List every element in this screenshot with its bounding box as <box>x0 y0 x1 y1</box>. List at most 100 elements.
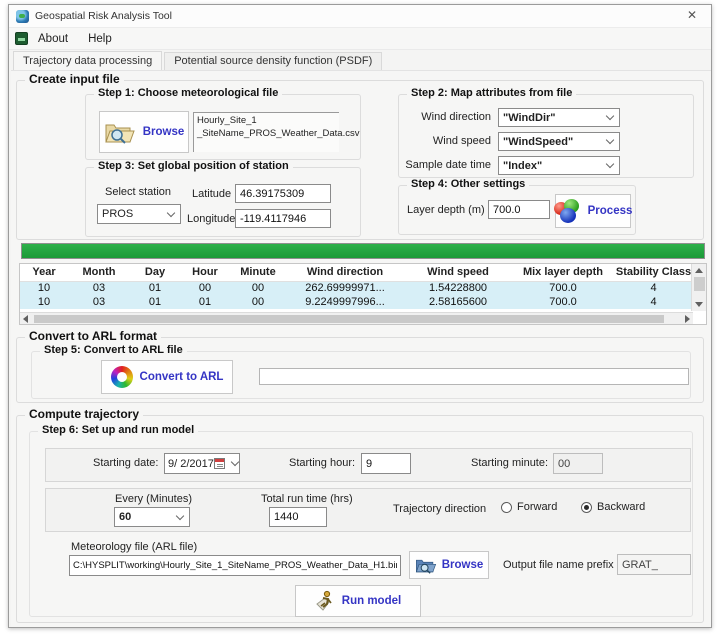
chevron-down-icon <box>231 458 239 466</box>
output-prefix-label: Output file name prefix <box>503 559 614 571</box>
latitude-label: Latitude <box>192 188 231 200</box>
scroll-up-icon[interactable] <box>695 268 703 273</box>
chevron-down-icon <box>606 136 614 144</box>
run-model-label: Run model <box>342 595 401 607</box>
app-window: Geospatial Risk Analysis Tool ✕ About He… <box>8 4 712 628</box>
browse-met-file-button[interactable]: Browse <box>99 111 189 153</box>
every-minutes-label: Every (Minutes) <box>115 493 192 505</box>
scroll-down-icon[interactable] <box>695 302 703 307</box>
cell: 01 <box>130 281 180 295</box>
cell: 4 <box>614 281 693 295</box>
title-bar[interactable]: Geospatial Risk Analysis Tool ✕ <box>9 5 711 28</box>
table-row[interactable]: 10 03 01 01 00 9.2249997996... 2.5816560… <box>20 295 693 309</box>
cell: 01 <box>180 295 230 309</box>
station-select[interactable]: PROS <box>97 204 181 224</box>
starting-date-value: 9/ 2/2017 <box>168 458 214 470</box>
menu-bar: About Help <box>9 28 711 50</box>
cell: 700.0 <box>512 281 614 295</box>
radio-forward[interactable]: Forward <box>501 501 557 513</box>
starting-minute-input[interactable] <box>553 453 603 474</box>
forward-label: Forward <box>517 501 557 513</box>
col-wind-direction[interactable]: Wind direction <box>286 264 404 281</box>
met-arl-file-label: Meteorology file (ARL file) <box>71 541 197 553</box>
layer-depth-input[interactable] <box>488 200 550 219</box>
scroll-left-icon[interactable] <box>23 315 28 323</box>
radio-backward[interactable]: Backward <box>581 501 645 513</box>
folder-search-icon <box>104 119 136 145</box>
sample-datetime-label: Sample date time <box>397 159 491 171</box>
output-prefix-input[interactable] <box>617 554 691 575</box>
step6-title: Step 6: Set up and run model <box>38 424 198 436</box>
step3-title: Step 3: Set global position of station <box>94 160 293 172</box>
app-icon <box>16 10 29 23</box>
calendar-icon <box>214 458 225 469</box>
menu-help[interactable]: Help <box>78 33 122 45</box>
table-row[interactable]: 10 03 01 00 00 262.69999971... 1.5422880… <box>20 281 693 295</box>
col-stability-class[interactable]: Stability Class <box>614 264 693 281</box>
cell: 700.0 <box>512 295 614 309</box>
convert-title: Convert to ARL format <box>25 329 161 343</box>
sample-datetime-value: "Index" <box>503 160 603 172</box>
window-title: Geospatial Risk Analysis Tool <box>35 10 172 22</box>
group-title: Create input file <box>25 72 124 86</box>
col-month[interactable]: Month <box>68 264 130 281</box>
trajectory-direction-label: Trajectory direction <box>393 503 486 515</box>
chevron-down-icon <box>606 112 614 120</box>
horizontal-scroll-thumb[interactable] <box>34 315 664 323</box>
process-button[interactable]: Process <box>555 194 631 228</box>
step2-title: Step 2: Map attributes from file <box>407 87 576 99</box>
vertical-scrollbar[interactable] <box>691 264 706 311</box>
col-year[interactable]: Year <box>20 264 68 281</box>
tab-psdf[interactable]: Potential source density function (PSDF) <box>164 52 382 71</box>
sample-datetime-select[interactable]: "Index" <box>498 156 620 175</box>
vertical-scroll-thumb[interactable] <box>694 277 705 291</box>
convert-button-label: Convert to ARL <box>140 371 224 383</box>
met-file-name-line2: _SiteName_PROS_Weather_Data.csv <box>197 128 336 141</box>
every-minutes-select[interactable]: 60 <box>114 507 190 527</box>
col-hour[interactable]: Hour <box>180 264 230 281</box>
browse-arl-button[interactable]: Browse <box>409 551 489 579</box>
col-wind-speed[interactable]: Wind speed <box>404 264 512 281</box>
wind-direction-label: Wind direction <box>419 111 491 123</box>
wind-speed-select[interactable]: "WindSpeed" <box>498 132 620 151</box>
running-person-icon <box>315 590 335 612</box>
horizontal-scrollbar[interactable] <box>20 312 693 324</box>
cell: 01 <box>130 295 180 309</box>
col-day[interactable]: Day <box>130 264 180 281</box>
table: Year Month Day Hour Minute Wind directio… <box>20 264 693 309</box>
wind-direction-value: "WindDir" <box>503 112 603 124</box>
longitude-input[interactable] <box>235 209 331 228</box>
progress-fill <box>22 244 704 258</box>
met-arl-file-input[interactable] <box>69 555 401 576</box>
col-minute[interactable]: Minute <box>230 264 286 281</box>
station-value: PROS <box>102 208 164 220</box>
select-station-label: Select station <box>105 186 171 198</box>
total-run-time-input[interactable] <box>269 507 327 527</box>
radio-icon <box>501 502 512 513</box>
menu-app-icon <box>15 32 28 45</box>
cell: 9.2249997996... <box>286 295 404 309</box>
scroll-right-icon[interactable] <box>685 315 690 323</box>
every-minutes-value: 60 <box>119 511 173 523</box>
close-icon[interactable]: ✕ <box>683 8 701 22</box>
starting-hour-input[interactable] <box>361 453 411 474</box>
longitude-label: Longitude <box>187 213 235 225</box>
starting-minute-label: Starting minute: <box>471 457 548 469</box>
met-file-name-line1: Hourly_Site_1 <box>197 115 336 128</box>
wind-speed-label: Wind speed <box>419 135 491 147</box>
cell: 03 <box>68 295 130 309</box>
cell: 4 <box>614 295 693 309</box>
menu-about[interactable]: About <box>28 33 78 45</box>
latitude-input[interactable] <box>235 184 331 203</box>
cell: 03 <box>68 281 130 295</box>
total-run-time-label: Total run time (hrs) <box>261 493 353 505</box>
tab-strip: Trajectory data processing Potential sou… <box>13 52 384 71</box>
starting-date-picker[interactable]: 9/ 2/2017 <box>164 453 240 474</box>
run-model-button[interactable]: Run model <box>295 585 421 617</box>
col-mix-layer-depth[interactable]: Mix layer depth <box>512 264 614 281</box>
convert-to-arl-button[interactable]: Convert to ARL <box>101 360 233 394</box>
wind-direction-select[interactable]: "WindDir" <box>498 108 620 127</box>
color-ring-icon <box>111 366 133 388</box>
wind-speed-value: "WindSpeed" <box>503 136 603 148</box>
tab-trajectory-data-processing[interactable]: Trajectory data processing <box>13 51 162 70</box>
